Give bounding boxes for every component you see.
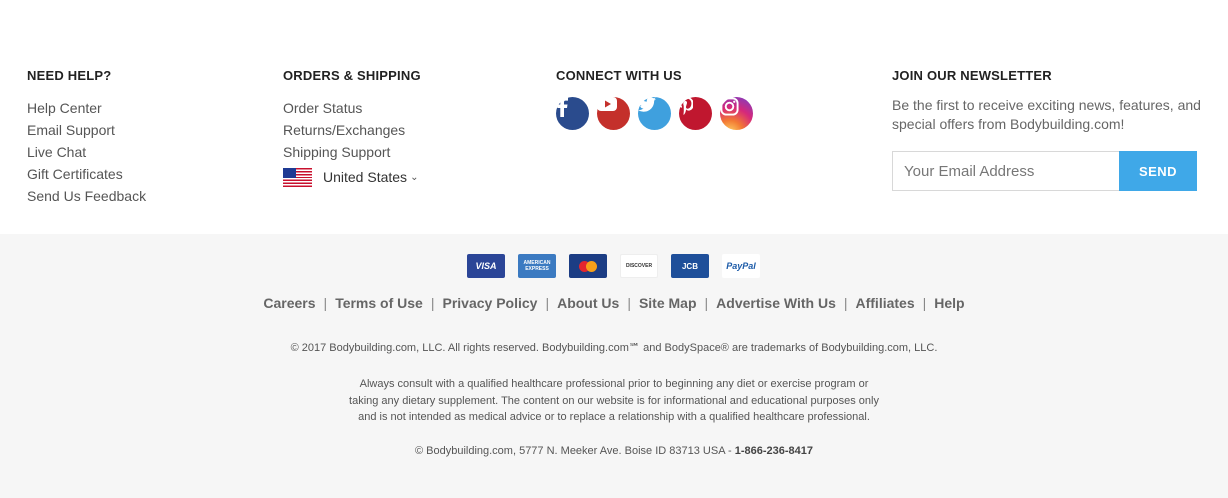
orders-column: ORDERS & SHIPPING Order Status Returns/E… xyxy=(283,68,421,189)
help-column: NEED HELP? Help Center Email Support Liv… xyxy=(27,68,146,207)
chevron-down-icon: ⌄ xyxy=(410,171,419,183)
twitter-icon[interactable] xyxy=(638,97,671,130)
send-feedback-link[interactable]: Send Us Feedback xyxy=(27,185,146,207)
newsletter-description: Be the first to receive exciting news, f… xyxy=(892,97,1201,132)
company-address: © Bodybuilding.com, 5777 N. Meeker Ave. … xyxy=(0,445,1228,457)
pinterest-icon[interactable] xyxy=(679,97,712,130)
email-input[interactable] xyxy=(892,151,1119,191)
phone-number: 1-866-236-8417 xyxy=(734,445,814,457)
disclaimer-line: taking any dietary supplement. The conte… xyxy=(349,394,879,407)
help-center-link[interactable]: Help Center xyxy=(27,97,146,119)
newsletter-column: JOIN OUR NEWSLETTER Be the first to rece… xyxy=(892,68,1202,191)
social-links xyxy=(556,97,753,130)
help-link[interactable]: Help xyxy=(934,295,964,311)
country-selector[interactable]: United States ⌄ xyxy=(283,165,421,189)
disclaimer-line: Always consult with a qualified healthca… xyxy=(359,378,869,390)
site-map-link[interactable]: Site Map xyxy=(639,295,697,311)
disclaimer-line: and is not intended as medical advice or… xyxy=(358,411,870,423)
live-chat-link[interactable]: Live Chat xyxy=(27,141,146,163)
us-flag-icon xyxy=(283,167,312,187)
order-status-link[interactable]: Order Status xyxy=(283,97,421,119)
send-button[interactable]: SEND xyxy=(1119,151,1197,191)
affiliates-link[interactable]: Affiliates xyxy=(856,295,915,311)
shipping-support-link[interactable]: Shipping Support xyxy=(283,141,421,163)
footer-links: Careers | Terms of Use | Privacy Policy | Abou… xyxy=(263,295,965,311)
paypal-icon: PayPal xyxy=(722,254,760,278)
payment-methods: VISA AMERICAN EXPRESS DISCOVER JCB PayPa… xyxy=(467,254,760,278)
facebook-icon[interactable] xyxy=(556,97,589,130)
email-support-link[interactable]: Email Support xyxy=(27,119,146,141)
about-us-link[interactable]: About Us xyxy=(557,295,619,311)
advertise-link[interactable]: Advertise With Us xyxy=(716,295,836,311)
country-label: United States xyxy=(323,169,408,185)
help-heading: NEED HELP? xyxy=(27,68,112,83)
mastercard-icon xyxy=(569,254,607,278)
terms-of-use-link[interactable]: Terms of Use xyxy=(335,295,423,311)
newsletter-form: SEND xyxy=(892,151,1202,191)
orders-heading: ORDERS & SHIPPING xyxy=(283,68,421,83)
address-text: © Bodybuilding.com, 5777 N. Meeker Ave. … xyxy=(414,445,735,457)
visa-icon: VISA xyxy=(467,254,505,278)
instagram-icon[interactable] xyxy=(720,97,753,130)
returns-exchanges-link[interactable]: Returns/Exchanges xyxy=(283,119,421,141)
connect-column: CONNECT WITH US xyxy=(556,68,753,130)
newsletter-heading: JOIN OUR NEWSLETTER xyxy=(892,68,1052,83)
gift-certificates-link[interactable]: Gift Certificates xyxy=(27,163,146,185)
copyright-text: © 2017 Bodybuilding.com, LLC. All rights… xyxy=(290,342,938,354)
careers-link[interactable]: Careers xyxy=(263,295,315,311)
amex-icon: AMERICAN EXPRESS xyxy=(518,254,556,278)
privacy-policy-link[interactable]: Privacy Policy xyxy=(443,295,538,311)
discover-icon: DISCOVER xyxy=(620,254,658,278)
connect-heading: CONNECT WITH US xyxy=(556,68,682,83)
youtube-icon[interactable] xyxy=(597,97,630,130)
medical-disclaimer: Always consult with a qualified healthca… xyxy=(0,376,1228,426)
footer-bottom: VISA AMERICAN EXPRESS DISCOVER JCB PayPa… xyxy=(0,234,1228,498)
footer-top: NEED HELP? Help Center Email Support Liv… xyxy=(0,0,1228,234)
jcb-icon: JCB xyxy=(671,254,709,278)
